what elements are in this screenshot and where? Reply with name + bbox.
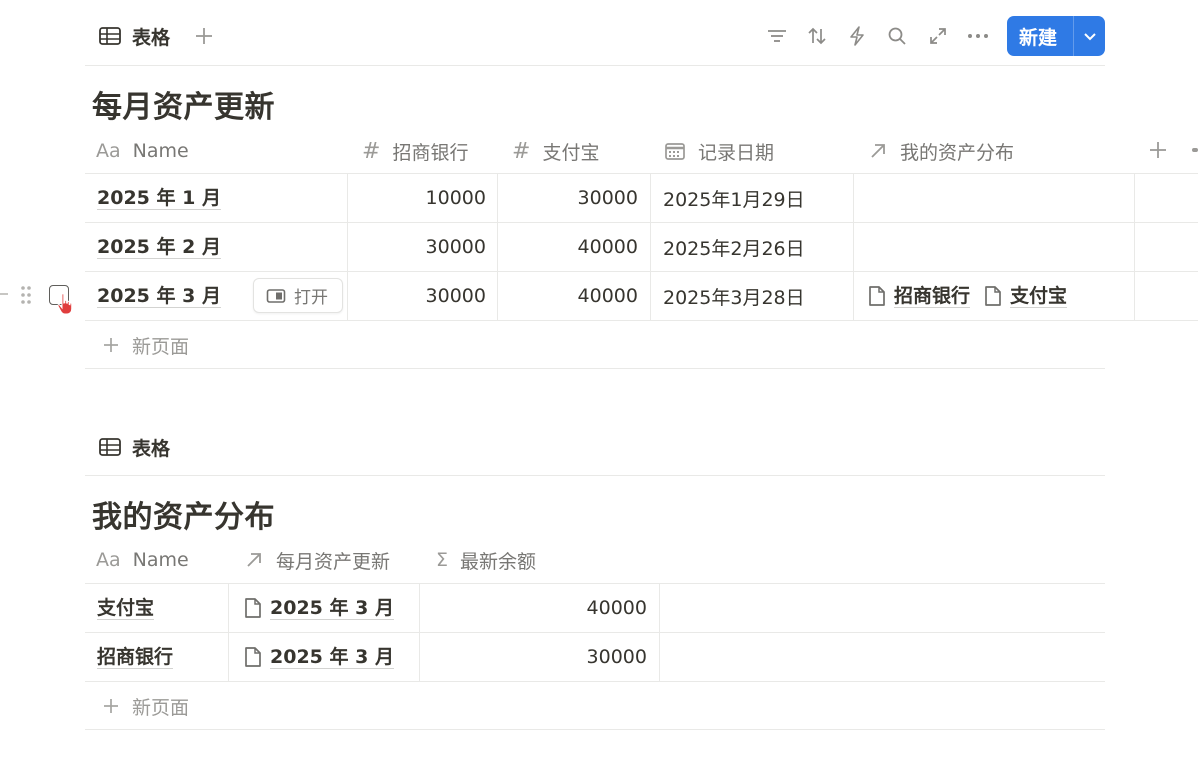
automation-button[interactable] [843, 22, 871, 50]
row-title[interactable]: 2025 年 1 月 [97, 187, 221, 210]
relation-chip[interactable]: 2025 年 3 月 [244, 597, 394, 620]
column-header-rollup[interactable]: Σ 最新余额 [436, 547, 536, 573]
row-title[interactable]: 支付宝 [97, 597, 155, 620]
search-button[interactable] [883, 22, 911, 50]
new-button[interactable]: 新建 [1007, 16, 1105, 56]
plus-icon [104, 338, 118, 352]
text-type-icon: Aa [96, 549, 121, 571]
relation-chip[interactable]: 2025 年 3 月 [244, 646, 394, 669]
row-title[interactable]: 2025 年 3 月 [97, 285, 221, 308]
cell-date[interactable]: 2025年2月26日 [663, 223, 805, 271]
table-row[interactable]: 招商银行 [97, 633, 174, 681]
view-tab-table[interactable]: 表格 [98, 22, 170, 50]
relation-chip[interactable]: 招商银行 [868, 285, 971, 308]
view-tab-table-2[interactable]: 表格 [98, 433, 170, 461]
arrow-up-right-icon [247, 553, 261, 567]
column-header-name[interactable]: Aa Name [96, 138, 189, 164]
cell-cmb[interactable]: 10000 [348, 174, 486, 222]
sort-button[interactable] [803, 22, 831, 50]
sort-icon [808, 27, 826, 45]
cell-date[interactable]: 2025年3月28日 [663, 272, 805, 320]
more-horizontal-icon [968, 34, 988, 38]
new-page-button[interactable]: 新页面 [102, 332, 189, 358]
number-type-icon: # [362, 138, 381, 164]
column-header-alipay[interactable]: # 支付宝 [512, 138, 599, 164]
column-header-cmb[interactable]: # 招商银行 [362, 138, 468, 164]
database-title: 每月资产更新 [92, 90, 275, 125]
filter-icon [768, 30, 786, 42]
lightning-icon [850, 26, 864, 46]
new-button-label: 新建 [1019, 26, 1058, 49]
cell-alipay[interactable]: 40000 [498, 223, 638, 271]
row-title[interactable]: 2025 年 2 月 [97, 236, 221, 259]
cell-balance: 30000 [586, 646, 647, 668]
side-peek-icon [266, 288, 286, 303]
table-row[interactable]: 支付宝 [97, 584, 155, 632]
cell-alipay[interactable]: 30000 [498, 174, 638, 222]
plus-icon [1150, 142, 1166, 158]
table-icon [98, 26, 122, 46]
cell-cmb[interactable]: 30000 [348, 272, 486, 320]
search-icon [888, 27, 906, 45]
column-header-date[interactable]: 记录日期 [664, 138, 774, 164]
column-header-relation[interactable]: 我的资产分布 [868, 138, 1014, 164]
table-icon [98, 437, 122, 457]
add-view-button[interactable] [192, 24, 216, 48]
more-options-button[interactable] [964, 22, 992, 50]
filter-button[interactable] [763, 22, 791, 50]
add-property-button[interactable] [1148, 140, 1168, 160]
view-tab-label: 表格 [132, 437, 171, 460]
page-icon [245, 647, 261, 667]
arrow-up-right-icon [871, 144, 885, 158]
toolbar-divider [85, 65, 1105, 66]
cell-relation[interactable]: 2025 年 3 月 [244, 633, 394, 681]
cell-relation[interactable]: 招商银行 支付宝 [868, 272, 1068, 320]
hand-cursor-icon [56, 292, 76, 316]
page-icon [245, 598, 261, 618]
cell-relation[interactable]: 2025 年 3 月 [244, 584, 394, 632]
sigma-icon: Σ [436, 549, 449, 571]
plus-icon [104, 699, 118, 713]
table-row[interactable]: 2025 年 2 月 [97, 223, 221, 271]
database-title: 我的资产分布 [92, 500, 275, 535]
column-header-name[interactable]: Aa Name [96, 547, 189, 573]
number-type-icon: # [512, 138, 531, 164]
table-row[interactable]: 2025 年 3 月 [97, 272, 221, 320]
cell-cmb[interactable]: 30000 [348, 223, 486, 271]
column-header-relation[interactable]: 每月资产更新 [244, 547, 390, 573]
expand-icon [930, 28, 946, 44]
page-icon [869, 286, 885, 306]
cell-alipay[interactable]: 40000 [498, 272, 638, 320]
plus-icon [196, 28, 212, 44]
page-icon [985, 286, 1001, 306]
cell-date[interactable]: 2025年1月29日 [663, 174, 805, 222]
relation-chip[interactable]: 支付宝 [984, 285, 1068, 308]
table-row[interactable]: 2025 年 1 月 [97, 174, 221, 222]
calendar-icon [665, 143, 685, 160]
text-type-icon: Aa [96, 140, 121, 162]
cell-balance: 40000 [586, 597, 647, 619]
drag-handle-icon[interactable] [20, 285, 32, 305]
more-properties-icon[interactable] [1192, 148, 1198, 152]
chevron-down-icon[interactable] [1074, 31, 1105, 41]
expand-button[interactable] [924, 22, 952, 50]
open-page-button[interactable]: 打开 [253, 278, 343, 313]
row-title[interactable]: 招商银行 [97, 646, 174, 669]
view-tab-label: 表格 [132, 26, 171, 49]
new-page-button[interactable]: 新页面 [102, 693, 189, 719]
